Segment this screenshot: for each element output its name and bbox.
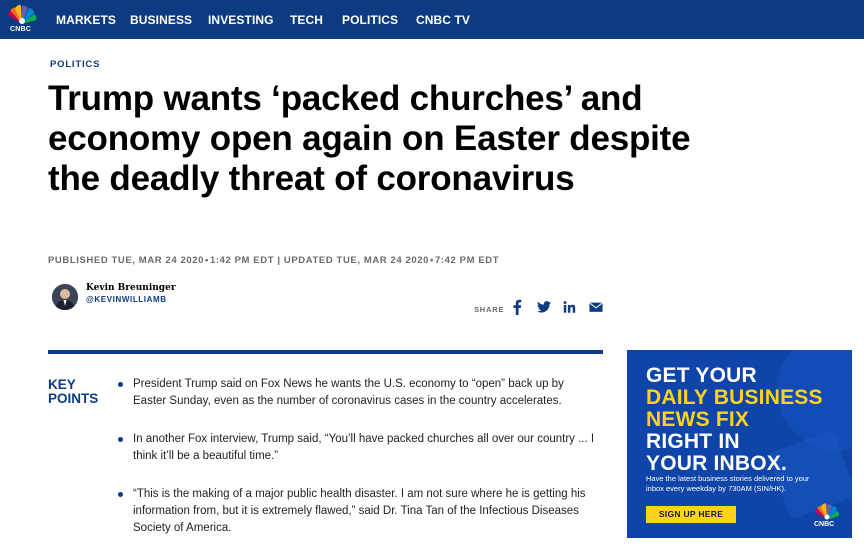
cnbc-logo[interactable]: CNBC xyxy=(4,4,40,34)
author-avatar[interactable] xyxy=(52,284,78,310)
ad-signup-button[interactable]: SIGN UP HERE xyxy=(646,506,736,523)
peacock-icon xyxy=(815,503,839,520)
key-point-text: In another Fox interview, Trump said, “Y… xyxy=(133,433,595,462)
key-point-item: In another Fox interview, Trump said, “Y… xyxy=(118,431,598,465)
twitter-icon[interactable] xyxy=(537,299,551,315)
share-label: SHARE xyxy=(474,305,505,314)
key-point-text: “This is the making of a major public he… xyxy=(133,488,586,534)
updated-date: UPDATED TUE, MAR 24 2020 xyxy=(283,255,430,266)
published-date: PUBLISHED TUE, MAR 24 2020 xyxy=(48,255,205,266)
nav-item-investing[interactable]: INVESTING xyxy=(208,13,274,27)
updated-time: 7:42 PM EDT xyxy=(434,255,500,266)
key-point-item: “This is the making of a major public he… xyxy=(118,486,598,537)
author-photo xyxy=(52,284,78,310)
logo-wordmark: CNBC xyxy=(10,26,32,33)
key-point-text: President Trump said on Fox News he want… xyxy=(133,378,564,407)
ad-body-text: Have the latest business stories deliver… xyxy=(646,474,810,493)
ad-headline-line: DAILY BUSINESS xyxy=(646,386,823,409)
nav-item-tech[interactable]: TECH xyxy=(290,13,323,27)
ad-headline-line: NEWS FIX xyxy=(646,408,750,431)
bullet-icon xyxy=(118,437,123,442)
ad-headline-line: RIGHT IN xyxy=(646,430,740,453)
key-point-item: President Trump said on Fox News he want… xyxy=(118,376,598,410)
author-twitter-handle[interactable]: @KEVINWILLIAMB xyxy=(86,295,167,304)
nav-item-business[interactable]: BUSINESS xyxy=(130,13,192,27)
bullet-icon xyxy=(118,382,123,387)
article-headline: Trump wants ‘packed churches’ and econom… xyxy=(48,79,691,198)
article-section-link[interactable]: POLITICS xyxy=(50,59,100,70)
nav-item-cnbc-tv[interactable]: CNBC TV xyxy=(416,13,470,27)
key-points-divider xyxy=(48,350,603,354)
ad-headline-line: YOUR INBOX. xyxy=(646,452,788,475)
timestamp-separator: | xyxy=(277,255,281,266)
ad-logo-wordmark: CNBC xyxy=(814,521,835,528)
bullet-icon xyxy=(118,492,123,497)
key-points-title: KEY POINTS xyxy=(48,377,99,406)
email-icon[interactable] xyxy=(589,299,603,315)
nav-item-politics[interactable]: POLITICS xyxy=(342,13,398,27)
newsletter-ad[interactable]: GET YOUR DAILY BUSINESS NEWS FIX RIGHT I… xyxy=(627,350,852,538)
author-name-link[interactable]: Kevin Breuninger xyxy=(86,283,176,293)
facebook-icon[interactable] xyxy=(512,299,522,315)
linkedin-icon[interactable] xyxy=(563,299,576,315)
nav-item-markets[interactable]: MARKETS xyxy=(56,13,116,27)
peacock-icon xyxy=(8,4,37,24)
ad-headline-line: GET YOUR xyxy=(646,364,757,387)
top-navigation-bar: CNBC MARKETS BUSINESS INVESTING TECH POL… xyxy=(0,0,864,39)
ad-cnbc-logo: CNBC xyxy=(812,502,842,530)
published-time: 1:42 PM EDT xyxy=(209,255,275,266)
article-timestamps: PUBLISHED TUE, MAR 24 2020•1:42 PM EDT |… xyxy=(48,255,500,266)
